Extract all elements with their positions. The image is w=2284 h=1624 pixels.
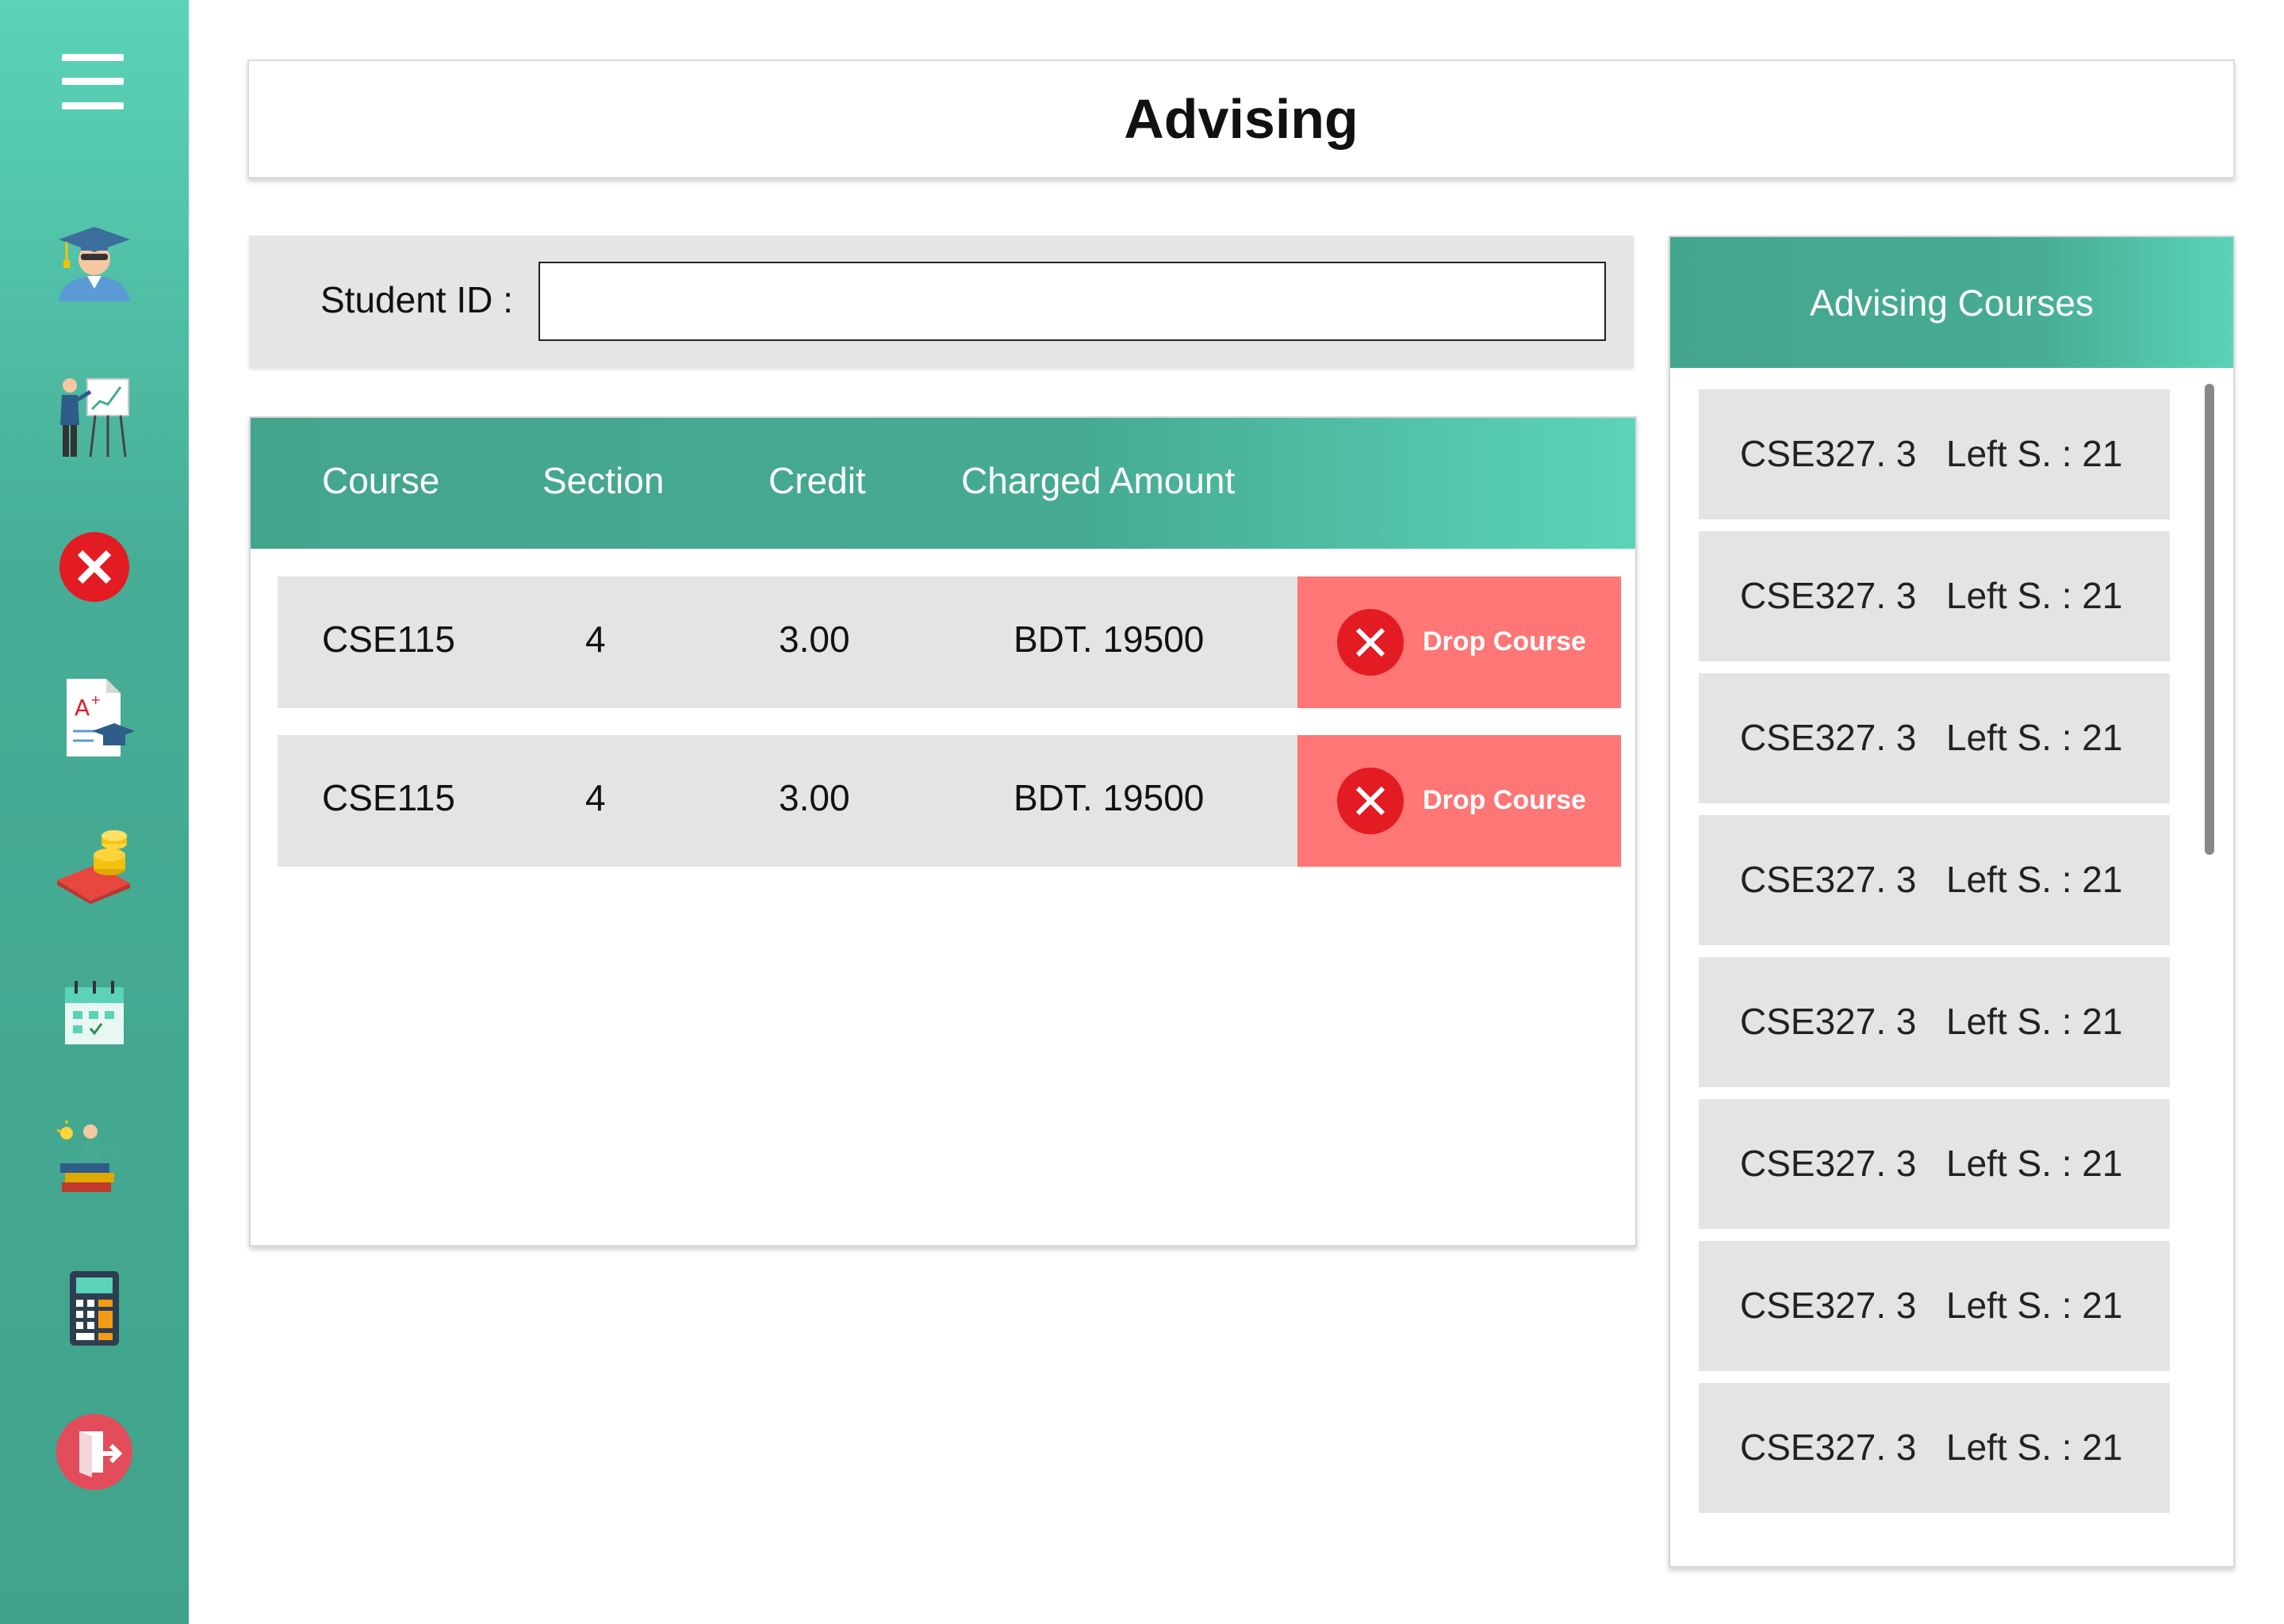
drop-course-label: Drop Course (1423, 626, 1586, 657)
svg-text:A: A (75, 695, 90, 721)
seats-left: Left S. : 21 (1946, 717, 2123, 758)
course-code: CSE327. 3 (1740, 1001, 1917, 1042)
advising-courses-header: Advising Courses (1670, 237, 2233, 368)
course-code: CSE327. 3 (1740, 433, 1917, 474)
course-list-item[interactable]: CSE327. 3 Left S. : 21 (1699, 531, 2170, 661)
course-cell: CSE115 (322, 777, 455, 818)
course-list-item[interactable]: CSE327. 3 Left S. : 21 (1699, 957, 2170, 1087)
column-header-section: Section (542, 460, 665, 501)
seats-left: Left S. : 21 (1946, 1001, 2123, 1042)
course-code: CSE327. 3 (1740, 859, 1917, 900)
student-id-bar: Student ID : (249, 236, 1634, 368)
svg-text:+: + (90, 692, 101, 707)
table-row: CSE115 4 3.00 BDT. 19500 Drop Course (278, 735, 1621, 867)
course-code: CSE327. 3 (1740, 717, 1917, 758)
teacher-board-icon[interactable] (51, 373, 138, 460)
course-code: CSE327. 3 (1740, 1285, 1917, 1326)
table-row: CSE115 4 3.00 BDT. 19500 Drop Course (278, 576, 1621, 708)
column-header-course: Course (322, 460, 440, 501)
scrollbar-thumb[interactable] (2205, 384, 2214, 855)
close-icon (1337, 768, 1404, 834)
drop-course-button[interactable]: Drop Course (1297, 576, 1621, 708)
section-cell: 4 (585, 777, 606, 818)
column-header-credit: Credit (768, 460, 866, 501)
calendar-icon[interactable] (51, 971, 138, 1059)
credit-cell: 3.00 (779, 619, 850, 660)
amount-cell: BDT. 19500 (1014, 619, 1205, 660)
course-list-item[interactable]: CSE327. 3 Left S. : 21 (1699, 389, 2170, 519)
student-id-label: Student ID : (320, 279, 513, 320)
course-code: CSE327. 3 (1740, 1143, 1917, 1184)
seats-left: Left S. : 21 (1946, 859, 2123, 900)
table-header: Course Section Credit Charged Amount (251, 418, 1635, 549)
drop-course-button[interactable]: Drop Course (1297, 735, 1621, 867)
sidebar: A + (0, 0, 189, 1624)
seats-left: Left S. : 21 (1946, 433, 2123, 474)
course-cell: CSE115 (322, 619, 455, 660)
cancel-icon[interactable] (51, 523, 138, 611)
column-header-charged-amount: Charged Amount (961, 460, 1236, 501)
seats-left: Left S. : 21 (1946, 1285, 2123, 1326)
seats-left: Left S. : 21 (1946, 575, 2123, 616)
logout-icon[interactable] (51, 1408, 138, 1495)
advising-courses-title: Advising Courses (1810, 282, 2094, 324)
advising-courses-panel: Advising Courses CSE327. 3 Left S. : 21 … (1669, 236, 2235, 1568)
close-icon (1337, 609, 1404, 676)
course-list-item[interactable]: CSE327. 3 Left S. : 21 (1699, 1099, 2170, 1229)
seats-left: Left S. : 21 (1946, 1427, 2123, 1468)
course-list-item[interactable]: CSE327. 3 Left S. : 21 (1699, 1241, 2170, 1371)
amount-cell: BDT. 19500 (1014, 777, 1205, 818)
course-list-item[interactable]: CSE327. 3 Left S. : 21 (1699, 815, 2170, 945)
student-id-input[interactable] (538, 262, 1606, 341)
course-code: CSE327. 3 (1740, 1427, 1917, 1468)
drop-course-label: Drop Course (1423, 785, 1586, 815)
enrolled-courses-table: Course Section Credit Charged Amount CSE… (249, 416, 1637, 1247)
seats-left: Left S. : 21 (1946, 1143, 2123, 1184)
credit-cell: 3.00 (779, 777, 850, 818)
hamburger-menu-icon[interactable] (62, 54, 124, 109)
course-list-item[interactable]: CSE327. 3 Left S. : 21 (1699, 673, 2170, 803)
course-list-item[interactable]: CSE327. 3 Left S. : 21 (1699, 1383, 2170, 1513)
course-code: CSE327. 3 (1740, 575, 1917, 616)
section-cell: 4 (585, 619, 606, 660)
calculator-icon[interactable] (51, 1265, 138, 1352)
payment-icon[interactable] (51, 825, 138, 912)
study-books-icon[interactable] (51, 1114, 138, 1201)
grade-report-icon[interactable]: A + (51, 674, 138, 761)
student-icon[interactable] (51, 216, 138, 303)
page-title: Advising (1124, 88, 1359, 150)
page-header: Advising (247, 59, 2235, 178)
